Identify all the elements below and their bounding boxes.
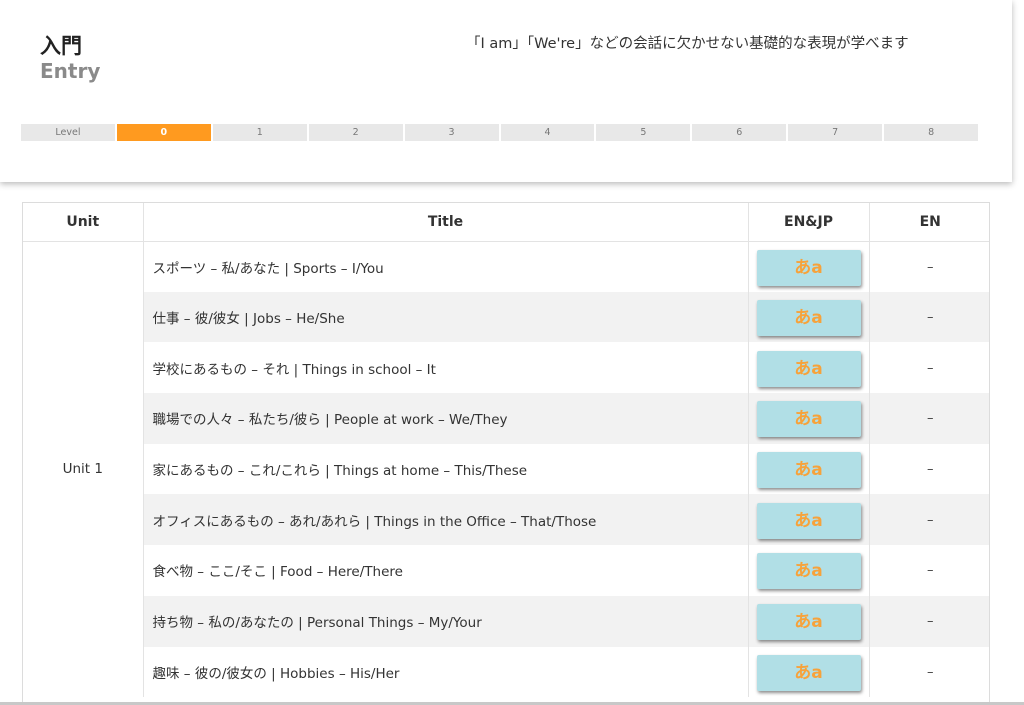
enjp-lesson-button[interactable]: あa xyxy=(756,401,861,438)
enjp-lesson-button[interactable]: あa xyxy=(756,604,861,641)
lesson-title[interactable]: 家にあるもの – これ/これら | Things at home – This/… xyxy=(143,443,749,495)
en-unavailable: – xyxy=(927,614,934,630)
lesson-title[interactable]: 仕事 – 彼/彼女 | Jobs – He/She xyxy=(143,291,749,343)
en-unavailable: – xyxy=(927,462,934,478)
level-5[interactable]: 5 xyxy=(596,124,691,141)
lesson-table: Unit Title EN&JP EN Unit 1 スポーツ – 私/あなた … xyxy=(22,202,990,705)
enjp-lesson-button[interactable]: あa xyxy=(756,350,861,387)
lesson-title[interactable]: スポーツ – 私/あなた | Sports – I/You xyxy=(143,241,749,292)
course-header-card: 入門 Entry 「I am」「We're」などの会話に欠かせない基礎的な表現が… xyxy=(0,0,1012,182)
enjp-lesson-button[interactable]: あa xyxy=(756,654,861,691)
level-1[interactable]: 1 xyxy=(212,124,307,141)
header-title: Title xyxy=(143,203,749,242)
level-8[interactable]: 8 xyxy=(884,124,979,141)
table-row: オフィスにあるもの – あれ/あれら | Things in the Offic… xyxy=(23,494,989,546)
level-label: Level xyxy=(21,124,115,141)
enjp-lesson-button[interactable]: あa xyxy=(756,553,861,590)
lesson-title[interactable]: 学校にあるもの – それ | Things in school – It xyxy=(143,342,749,394)
table-row: 趣味 – 彼の/彼女の | Hobbies – His/Her あa – xyxy=(23,646,989,698)
level-2[interactable]: 2 xyxy=(308,124,403,141)
en-unavailable: – xyxy=(927,411,934,427)
enjp-lesson-button[interactable]: あa xyxy=(756,249,861,286)
header-en: EN xyxy=(869,203,989,242)
enjp-lesson-button[interactable]: あa xyxy=(756,300,861,337)
lesson-title[interactable]: 食べ物 – ここ/そこ | Food – Here/There xyxy=(143,545,749,596)
level-bar: Level 0 1 2 3 4 5 6 7 8 xyxy=(21,124,979,141)
enjp-lesson-button[interactable]: あa xyxy=(756,452,861,489)
table-row: Unit 1 スポーツ – 私/あなた | Sports – I/You あa … xyxy=(23,241,989,698)
level-3[interactable]: 3 xyxy=(404,124,499,141)
table-header-row: Unit Title EN&JP EN xyxy=(23,203,989,242)
level-7[interactable]: 7 xyxy=(788,124,883,141)
header-enjp: EN&JP xyxy=(748,203,870,242)
course-description: 「I am」「We're」などの会話に欠かせない基礎的な表現が学べます xyxy=(466,36,909,52)
enjp-lesson-button[interactable]: あa xyxy=(756,502,861,539)
level-4[interactable]: 4 xyxy=(500,124,595,141)
level-0[interactable]: 0 xyxy=(116,124,211,141)
table-row: 学校にあるもの – それ | Things in school – It あa … xyxy=(23,342,989,394)
table-row: 食べ物 – ここ/そこ | Food – Here/There あa – xyxy=(23,545,989,596)
course-title-jp: 入門 xyxy=(40,34,82,58)
en-unavailable: – xyxy=(927,664,934,680)
lesson-title[interactable]: 持ち物 – 私の/あなたの | Personal Things – My/You… xyxy=(143,595,749,647)
table-row: 職場での人々 – 私たち/彼ら | People at work – We/Th… xyxy=(23,393,989,444)
lesson-title[interactable]: 趣味 – 彼の/彼女の | Hobbies – His/Her xyxy=(143,646,749,698)
en-unavailable: – xyxy=(927,360,934,376)
table-row: 家にあるもの – これ/これら | Things at home – This/… xyxy=(23,443,989,495)
table-row: 仕事 – 彼/彼女 | Jobs – He/She あa – xyxy=(23,291,989,343)
course-title-en: Entry xyxy=(40,59,101,83)
level-6[interactable]: 6 xyxy=(692,124,787,141)
unit-cell: Unit 1 xyxy=(23,241,144,698)
en-unavailable: – xyxy=(927,259,934,275)
en-unavailable: – xyxy=(927,563,934,579)
en-unavailable: – xyxy=(927,512,934,528)
header-unit: Unit xyxy=(23,203,144,242)
lesson-title[interactable]: 職場での人々 – 私たち/彼ら | People at work – We/Th… xyxy=(143,393,749,444)
table-row: 持ち物 – 私の/あなたの | Personal Things – My/You… xyxy=(23,595,989,647)
en-unavailable: – xyxy=(927,310,934,326)
lesson-title[interactable]: オフィスにあるもの – あれ/あれら | Things in the Offic… xyxy=(143,494,749,546)
